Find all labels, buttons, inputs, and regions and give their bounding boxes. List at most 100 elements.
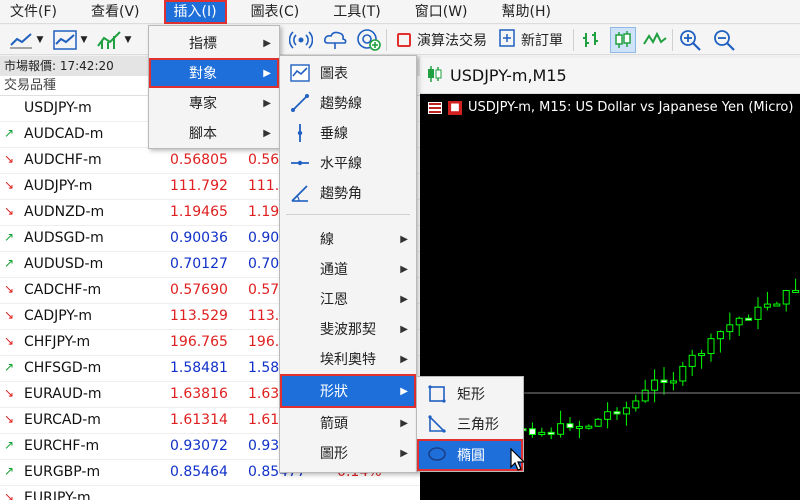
candlestick-icon[interactable]	[610, 27, 636, 53]
menu-item-indicators[interactable]: 指標 ▶	[149, 28, 279, 58]
menu-item-channels[interactable]: 通道 ▶	[280, 254, 416, 284]
direction-arrow-icon: ↗	[4, 256, 15, 270]
menu-item-horizontal-line[interactable]: 水平線	[280, 148, 416, 178]
insert-menu: 指標 ▶ 對象 ▶ 專家 ▶ 腳本 ▶	[148, 25, 280, 149]
menu-item-trend-angle[interactable]: 趨勢角	[280, 178, 416, 208]
direction-arrow-icon: ↘	[4, 490, 15, 500]
menu-item-experts[interactable]: 專家 ▶	[149, 88, 279, 118]
menu-item-arrows[interactable]: 箭頭 ▶	[280, 408, 416, 438]
bid-cell: 0.70127	[170, 256, 228, 272]
menu-item-rectangle[interactable]: 矩形	[417, 379, 523, 409]
candle	[763, 291, 771, 311]
candle	[669, 372, 677, 391]
line-chart-icon[interactable]	[8, 27, 34, 53]
menu-item-shapes[interactable]: 形狀 ▶	[280, 374, 416, 408]
bar-type-icon[interactable]	[578, 27, 604, 53]
menu-item-gann[interactable]: 江恩 ▶	[280, 284, 416, 314]
candle	[707, 333, 715, 362]
toolbar-separator	[672, 29, 673, 51]
menu-item-trendline[interactable]: 趨勢線	[280, 88, 416, 118]
ask-cell: 0.70	[248, 256, 280, 272]
chevron-down-icon[interactable]: ▼	[122, 27, 134, 53]
candle	[754, 297, 762, 330]
menu-item-objects[interactable]: 對象 ▶	[149, 58, 279, 88]
direction-arrow-icon: ↗	[4, 464, 15, 478]
candle	[688, 349, 696, 377]
bid-cell: 1.61314	[170, 412, 228, 428]
candle	[698, 349, 706, 369]
rectangle-icon	[427, 384, 447, 404]
vps-icon[interactable]	[356, 27, 382, 53]
indicators-icon[interactable]	[96, 27, 122, 53]
bid-cell: 0.90036	[170, 230, 228, 246]
bar-chart-icon[interactable]	[52, 27, 78, 53]
symbol-cell: USDJPY-m	[24, 100, 92, 116]
candle	[679, 361, 687, 386]
zoom-out-icon[interactable]	[711, 27, 737, 53]
chevron-down-icon[interactable]: ▼	[78, 27, 90, 53]
ask-cell: 1.61	[248, 412, 280, 428]
trend-angle-icon	[290, 183, 310, 203]
direction-arrow-icon: ↘	[4, 308, 15, 322]
candle	[660, 367, 668, 395]
symbol-cell: AUDSGD-m	[24, 230, 104, 246]
table-row[interactable]: ↘ EURJPY-m	[0, 486, 420, 500]
candle	[641, 379, 649, 403]
bid-cell: 113.529	[170, 308, 228, 324]
menu-tools[interactable]: 工具(T)	[323, 0, 390, 24]
symbol-cell: CADCHF-m	[24, 282, 102, 298]
candle	[745, 314, 753, 321]
menu-help[interactable]: 幫助(H)	[492, 0, 561, 24]
toolbar-separator	[386, 29, 387, 51]
direction-arrow-icon: ↗	[4, 360, 15, 374]
symbol-cell: EURGBP-m	[24, 464, 101, 480]
menu-window[interactable]: 窗口(W)	[405, 0, 478, 24]
candle	[538, 427, 546, 437]
menu-item-chart[interactable]: 圖表	[280, 58, 416, 88]
symbol-cell: AUDNZD-m	[24, 204, 105, 220]
zoom-in-icon[interactable]	[677, 27, 703, 53]
stop-square-icon	[397, 33, 411, 47]
ask-cell: 1.19	[248, 204, 280, 220]
symbol-cell: AUDCAD-m	[24, 126, 104, 142]
symbol-cell: AUDUSD-m	[24, 256, 104, 272]
direction-arrow-icon: ↘	[4, 204, 15, 218]
algo-trading-button[interactable]: 演算法交易	[391, 27, 493, 53]
bid-cell: 1.19465	[170, 204, 228, 220]
menu-item-triangle[interactable]: 三角形	[417, 409, 523, 439]
submenu-arrow-icon: ▶	[263, 97, 271, 109]
toolbar: ▼ ▼ ▼ 演算法交易 新訂單	[0, 25, 800, 55]
menu-item-fibonacci[interactable]: 斐波那契 ▶	[280, 314, 416, 344]
flag-icon	[428, 101, 442, 114]
candle	[575, 420, 583, 439]
menu-view[interactable]: 查看(V)	[81, 0, 150, 24]
direction-arrow-icon: ↘	[4, 178, 15, 192]
menu-item-ellipse[interactable]: 橢圓	[417, 439, 523, 471]
ask-cell: 113.	[248, 308, 280, 324]
vertical-line-icon	[290, 123, 310, 143]
menu-charts[interactable]: 圖表(C)	[241, 0, 310, 24]
menu-item-graphics[interactable]: 圖形 ▶	[280, 438, 416, 468]
chart-tab[interactable]: USDJPY-m,M15	[420, 58, 800, 94]
menu-item-vertical-line[interactable]: 垂線	[280, 118, 416, 148]
menu-file[interactable]: 文件(F)	[0, 0, 67, 24]
candle	[594, 418, 602, 427]
line-type-icon[interactable]	[642, 27, 668, 53]
submenu-arrow-icon: ▶	[263, 37, 271, 49]
candle	[604, 402, 612, 429]
submenu-arrow-icon: ▶	[400, 447, 408, 459]
signal-icon[interactable]	[288, 27, 314, 53]
menu-insert[interactable]: 插入(I)	[163, 0, 227, 24]
candle	[735, 316, 743, 336]
direction-arrow-icon: ↘	[4, 386, 15, 400]
symbol-cell: CHFSGD-m	[24, 360, 102, 376]
cloud-icon[interactable]	[322, 27, 348, 53]
ask-cell: 0.57	[248, 282, 280, 298]
bid-cell: 0.57690	[170, 282, 228, 298]
new-order-button[interactable]: 新訂單	[493, 27, 569, 53]
menu-item-elliott[interactable]: 埃利奧特 ▶	[280, 344, 416, 374]
menu-item-lines[interactable]: 線 ▶	[280, 224, 416, 254]
menu-item-scripts[interactable]: 腳本 ▶	[149, 118, 279, 148]
direction-arrow-icon: ↘	[4, 152, 15, 166]
chevron-down-icon[interactable]: ▼	[34, 27, 46, 53]
